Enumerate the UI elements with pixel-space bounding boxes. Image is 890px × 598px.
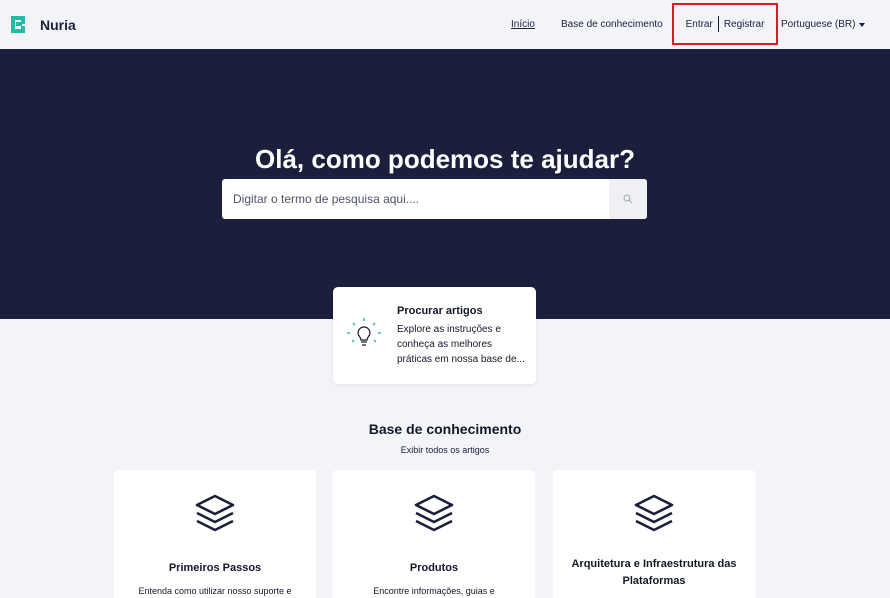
hero-banner: Olá, como podemos te ajudar? <box>0 49 890 319</box>
category-description: Encontre informações, guias e <box>373 586 495 596</box>
lightbulb-icon <box>347 318 381 346</box>
knowledge-base-title: Base de conhecimento <box>368 421 522 437</box>
search-button[interactable] <box>609 179 647 219</box>
browse-articles-title: Procurar artigos <box>397 305 483 317</box>
category-title: Primeiros Passos <box>168 562 262 574</box>
language-label: Portuguese (BR) <box>781 19 856 30</box>
search-input[interactable] <box>222 179 609 219</box>
browse-articles-card[interactable]: Procurar artigos Explore as instruções e… <box>333 287 536 384</box>
category-card-produtos[interactable]: Produtos Encontre informações, guias e <box>333 470 535 598</box>
register-link[interactable]: Registrar <box>724 19 765 30</box>
category-description: Entenda como utilizar nosso suporte e <box>138 586 292 596</box>
auth-divider <box>717 16 719 32</box>
brand[interactable]: Nuria <box>10 16 76 33</box>
search-icon <box>623 194 633 204</box>
nuria-logo-icon <box>11 16 25 33</box>
category-card-primeiros-passos[interactable]: Primeiros Passos Entenda como utilizar n… <box>114 470 316 598</box>
auth-links: Entrar Registrar <box>672 3 778 45</box>
caret-down-icon <box>859 22 866 27</box>
layers-icon <box>634 494 674 532</box>
view-all-articles-link[interactable]: Exibir todos os artigos <box>0 445 890 455</box>
layers-icon <box>195 494 235 532</box>
search-bar <box>222 179 647 219</box>
nav-link-base-de-conhecimento[interactable]: Base de conhecimento <box>561 19 663 30</box>
language-dropdown[interactable]: Portuguese (BR) <box>781 19 866 30</box>
nav-link-inicio[interactable]: Início <box>511 19 535 30</box>
browse-articles-description: Explore as instruções e conheça as melho… <box>397 324 525 365</box>
layers-icon <box>414 494 454 532</box>
category-card-arquitetura[interactable]: Arquitetura e Infraestrutura das Platafo… <box>553 470 755 598</box>
top-navbar: Nuria Início Base de conhecimento Entrar… <box>0 0 890 49</box>
category-title: Produtos <box>409 562 459 574</box>
login-link[interactable]: Entrar <box>686 19 713 30</box>
category-title: Arquitetura e Infraestrutura das Platafo… <box>571 558 737 587</box>
brand-name: Nuria <box>40 16 76 33</box>
hero-title: Olá, como podemos te ajudar? <box>255 144 635 174</box>
